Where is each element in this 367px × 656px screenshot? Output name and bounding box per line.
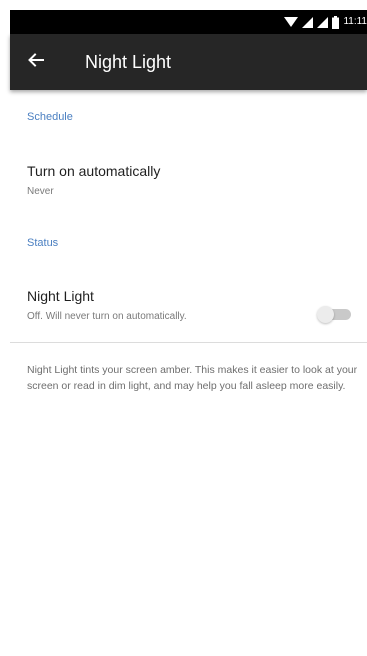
- night-light-toggle-item[interactable]: Night Light Off. Will never turn on auto…: [10, 270, 367, 336]
- app-bar: Night Light: [10, 34, 367, 90]
- turn-on-automatically-item[interactable]: Turn on automatically Never: [10, 146, 367, 208]
- turn-on-automatically-title: Turn on automatically: [27, 163, 161, 179]
- screen-edge: [0, 0, 10, 656]
- divider: [10, 342, 367, 343]
- settings-content: Schedule Turn on automatically Never Sta…: [10, 90, 367, 656]
- arrow-left-icon: [27, 51, 45, 74]
- night-light-switch[interactable]: [317, 306, 351, 323]
- turn-on-automatically-summary: Never: [27, 186, 54, 197]
- cell-signal-icon: [317, 16, 329, 28]
- wifi-icon: [284, 16, 299, 28]
- status-bar: 11:11: [10, 10, 367, 34]
- section-header-schedule: Schedule: [27, 111, 73, 123]
- status-time: 11:11: [343, 16, 367, 27]
- night-light-description: Night Light tints your screen amber. Thi…: [27, 364, 358, 392]
- cell-signal-icon: [302, 16, 314, 28]
- back-button[interactable]: [20, 46, 52, 78]
- night-light-title: Night Light: [27, 288, 94, 304]
- night-light-summary: Off. Will never turn on automatically.: [27, 311, 187, 322]
- status-icons: 11:11: [284, 10, 367, 34]
- page-title: Night Light: [85, 52, 172, 72]
- section-header-status: Status: [27, 237, 59, 249]
- switch-thumb: [317, 306, 334, 323]
- battery-icon: [332, 15, 340, 29]
- night-light-settings-screen: 11:11 Night Light Schedule Turn on autom…: [0, 0, 367, 656]
